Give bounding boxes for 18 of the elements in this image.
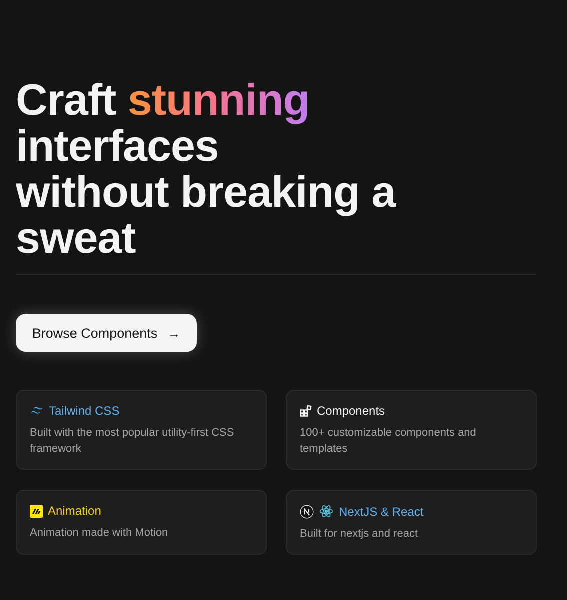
browse-components-button[interactable]: Browse Components → (16, 314, 197, 352)
headline-text: interfaces (16, 122, 219, 171)
feature-description: Built for nextjs and react (300, 527, 420, 542)
feature-title: Tailwind CSS (49, 404, 120, 418)
headline-text: without breaking a (16, 168, 396, 217)
feature-description: Animation made with Motion (30, 526, 170, 541)
feature-description: 100+ customizable components and templates (300, 426, 478, 457)
motion-logo-icon (30, 504, 43, 518)
atom-icon (319, 504, 334, 519)
n-logo-icon (300, 504, 314, 518)
headline-text: Craft (16, 76, 118, 125)
wave-icon (30, 406, 44, 416)
feature-title: Components (317, 404, 386, 418)
feature-title: NextJS & React (339, 504, 424, 518)
headline-text: sweat (16, 214, 136, 263)
feature-description: Built with the most popular utility-first CSS framework (30, 426, 236, 457)
blocks-icon (300, 405, 312, 417)
feature-title: Animation (48, 504, 102, 518)
